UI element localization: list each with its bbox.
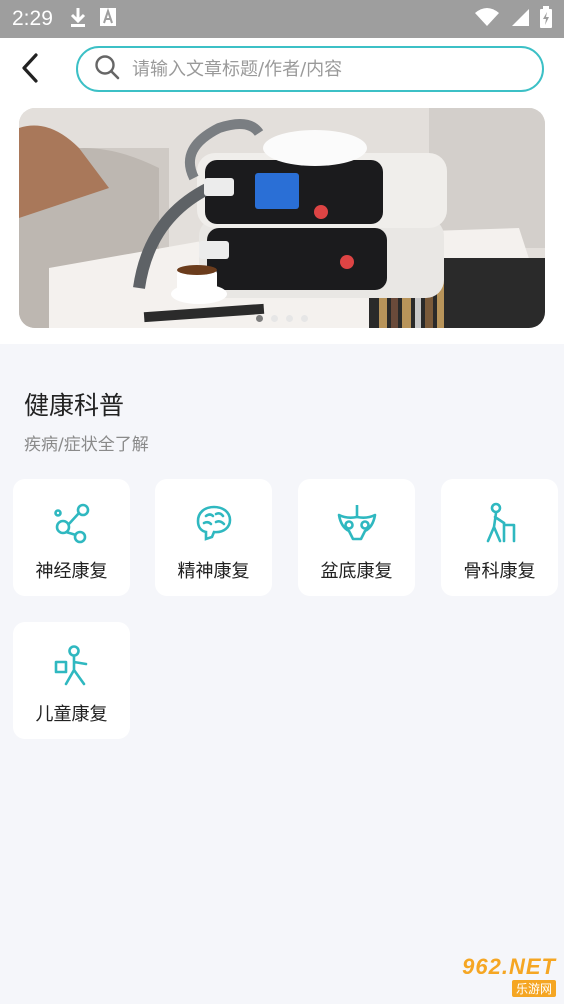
- carousel-indicator: [19, 315, 545, 322]
- search-icon: [94, 54, 120, 84]
- category-card-child[interactable]: 儿童康复: [13, 622, 130, 739]
- watermark-logo: 962.NET 乐游网: [424, 954, 556, 998]
- top-area: [0, 38, 564, 344]
- category-label: 精神康复: [177, 561, 250, 582]
- banner-carousel[interactable]: [19, 108, 545, 328]
- download-icon: [69, 6, 87, 32]
- carousel-dot[interactable]: [271, 315, 278, 322]
- pelvis-icon: [335, 501, 379, 545]
- battery-icon: [540, 6, 552, 32]
- carousel-dot[interactable]: [286, 315, 293, 322]
- section-title: 健康科普: [24, 391, 125, 420]
- category-label: 神经康复: [35, 561, 108, 582]
- category-card-pelvic[interactable]: 盆底康复: [298, 479, 415, 596]
- signal-icon: [510, 7, 530, 31]
- chevron-left-icon: [19, 52, 41, 88]
- back-button[interactable]: [12, 52, 48, 88]
- banner-image: [19, 108, 545, 328]
- status-time: 2:29: [12, 7, 53, 30]
- category-label: 儿童康复: [35, 704, 108, 725]
- carousel-dot[interactable]: [256, 315, 263, 322]
- watermark-subtext: 乐游网: [511, 980, 556, 997]
- watermark-text: 962.NET: [462, 954, 556, 979]
- status-bar: 2:29: [0, 0, 564, 38]
- section-subtitle: 疾病/症状全了解: [24, 435, 149, 455]
- a-badge-icon: [99, 7, 117, 31]
- category-label: 盆底康复: [320, 561, 393, 582]
- category-label: 骨科康复: [463, 561, 536, 582]
- brain-icon: [192, 501, 236, 545]
- search-box[interactable]: [76, 46, 544, 92]
- category-card-mental[interactable]: 精神康复: [155, 479, 272, 596]
- carousel-dot[interactable]: [301, 315, 308, 322]
- neuron-icon: [50, 501, 94, 545]
- wifi-icon: [474, 7, 500, 31]
- walker-icon: [478, 501, 522, 545]
- child-icon: [50, 644, 94, 688]
- category-card-neuro[interactable]: 神经康复: [13, 479, 130, 596]
- category-card-ortho[interactable]: 骨科康复: [441, 479, 558, 596]
- search-input[interactable]: [132, 58, 512, 80]
